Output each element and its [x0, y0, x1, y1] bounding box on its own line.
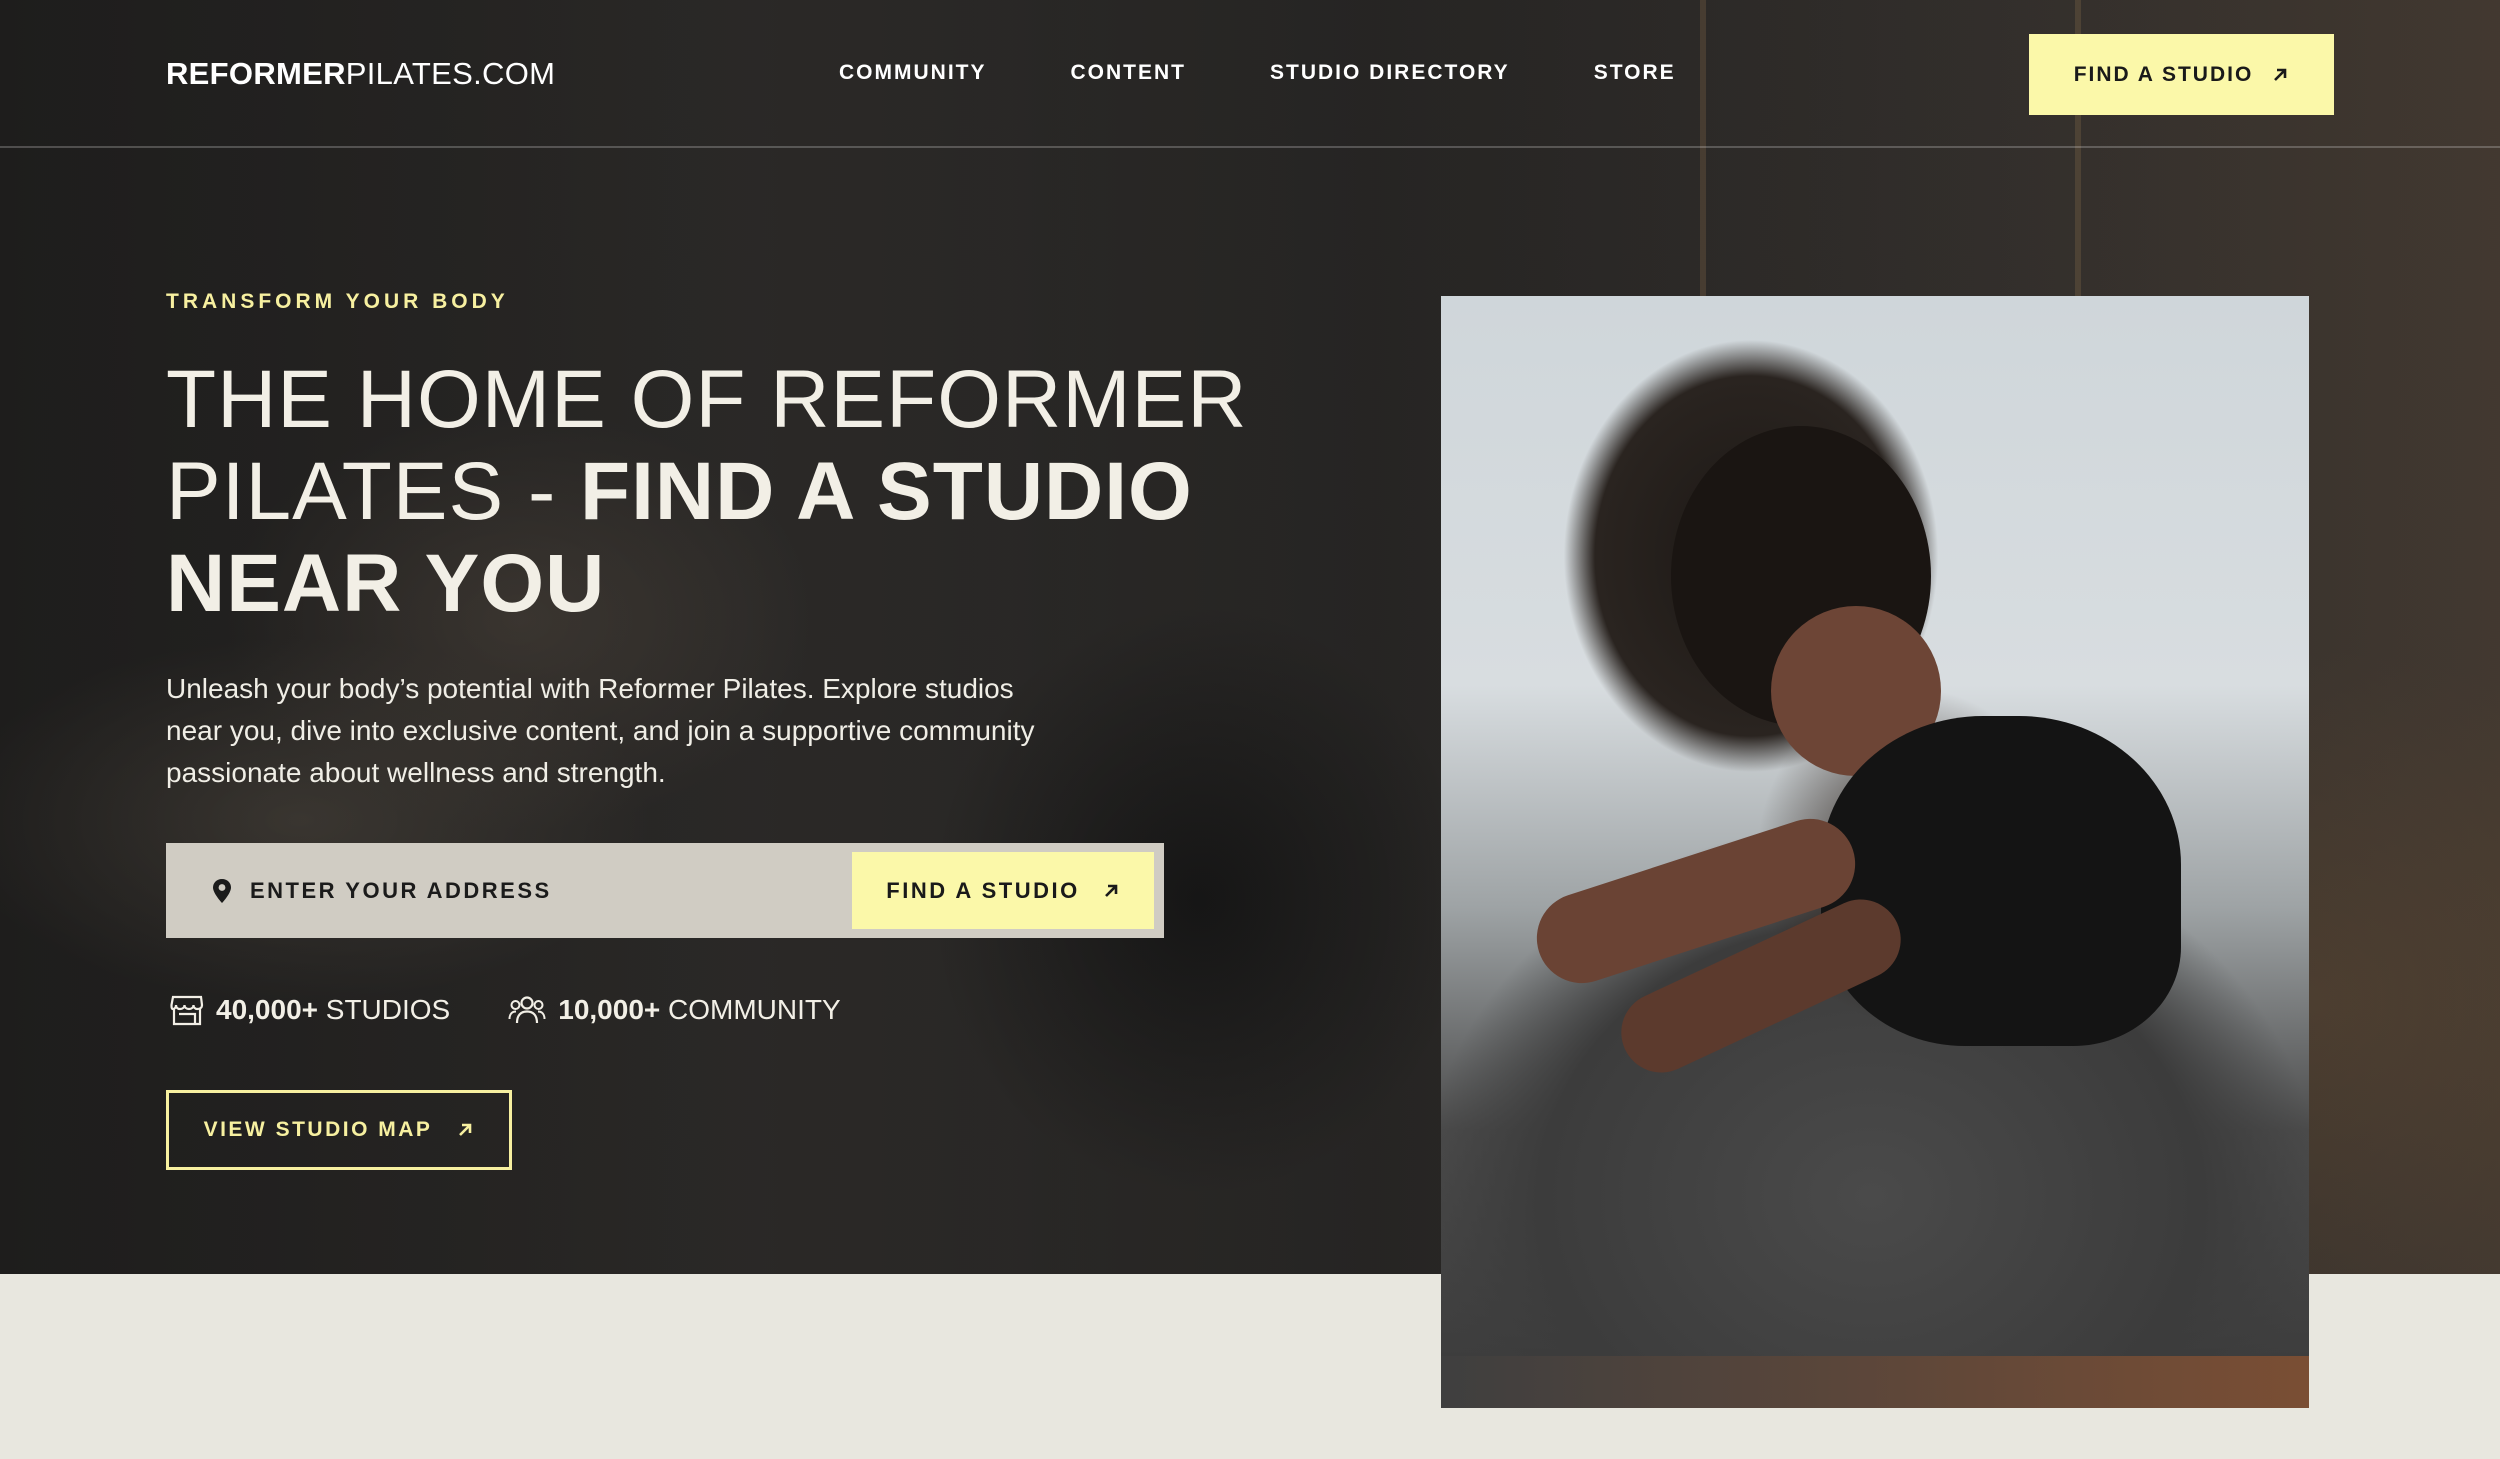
stat-studios-value: 40,000+: [216, 994, 318, 1025]
nav-item-studio-directory[interactable]: STUDIO DIRECTORY: [1270, 61, 1510, 85]
stats-row: 40,000+ STUDIOS 10,000+ COMMUNITY: [170, 994, 899, 1026]
arrow-up-right-icon: [1104, 884, 1118, 897]
arrow-up-right-icon: [459, 1123, 472, 1136]
logo-light-text: PILATES.COM: [345, 56, 556, 91]
header-find-studio-button[interactable]: FIND A STUDIO: [2029, 34, 2334, 115]
stat-community-value: 10,000+: [558, 994, 661, 1025]
main-nav: COMMUNITY CONTENT STUDIO DIRECTORY STORE: [839, 61, 1676, 85]
stat-studios: 40,000+ STUDIOS: [170, 994, 450, 1026]
stat-studios-label: STUDIOS: [325, 994, 451, 1025]
hero-headline: THE HOME OF REFORMER PILATES - FIND A ST…: [166, 354, 1316, 630]
location-pin-icon: [213, 879, 231, 903]
view-studio-map-label: VIEW STUDIO MAP: [203, 1118, 433, 1141]
view-studio-map-button[interactable]: VIEW STUDIO MAP: [166, 1090, 512, 1170]
site-header: REFORMERPILATES.COM COMMUNITY CONTENT ST…: [0, 0, 2500, 148]
hero-photo-woman-plank: [1441, 296, 2309, 1408]
hero-content: TRANSFORM YOUR BODY THE HOME OF REFORMER…: [166, 290, 1366, 794]
photo-figure-torso: [1821, 716, 2181, 1046]
nav-item-store[interactable]: STORE: [1594, 61, 1676, 85]
header-find-studio-label: FIND A STUDIO: [2073, 62, 2254, 86]
search-find-studio-label: FIND A STUDIO: [886, 877, 1080, 903]
hero-eyebrow: TRANSFORM YOUR BODY: [166, 290, 509, 313]
address-search-bar: FIND A STUDIO: [166, 843, 1164, 938]
stat-community: 10,000+ COMMUNITY: [508, 994, 841, 1026]
logo-bold-text: REFORMER: [166, 56, 346, 91]
stat-community-label: COMMUNITY: [668, 994, 841, 1025]
people-icon: [508, 996, 546, 1024]
site-logo[interactable]: REFORMERPILATES.COM: [166, 56, 555, 92]
address-input[interactable]: [250, 843, 840, 938]
hero-subtext: Unleash your body’s potential with Refor…: [166, 673, 1035, 788]
nav-item-content[interactable]: CONTENT: [1071, 61, 1187, 85]
nav-item-community[interactable]: COMMUNITY: [839, 61, 987, 85]
store-icon: [170, 995, 204, 1026]
photo-floor: [1441, 1356, 2309, 1408]
search-find-studio-button[interactable]: FIND A STUDIO: [852, 852, 1154, 929]
arrow-up-right-icon: [2274, 68, 2287, 81]
